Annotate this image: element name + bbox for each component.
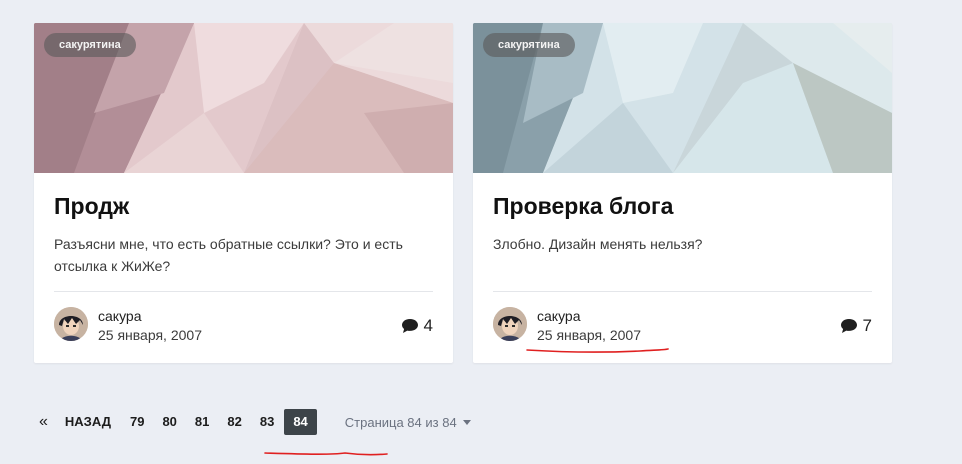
comment-bubble-icon	[840, 319, 857, 333]
prev-page-button[interactable]: НАЗАД	[56, 409, 121, 435]
user-avatar-icon	[54, 307, 88, 341]
blog-card[interactable]: сакурятина Продж Разъясни мне, что есть …	[34, 23, 453, 363]
current-page[interactable]: 84	[284, 409, 317, 435]
post-excerpt: Злобно. Дизайн менять нельзя?	[493, 236, 703, 252]
comment-count-value: 7	[862, 316, 872, 335]
page-jump-label: Страница 84 из 84	[344, 414, 457, 430]
author-name[interactable]: сакура	[98, 308, 141, 324]
cover-image[interactable]: сакурятина	[473, 23, 892, 173]
page-link-82[interactable]: 82	[218, 409, 250, 435]
page-link-80[interactable]: 80	[153, 409, 185, 435]
comment-count-value: 4	[423, 316, 433, 335]
post-date: 25 января, 2007	[537, 327, 641, 343]
cover-image[interactable]: сакурятина	[34, 23, 453, 173]
page-link-79[interactable]: 79	[121, 409, 153, 435]
page-underline	[264, 452, 388, 456]
blog-card[interactable]: сакурятина Проверка блога Злобно. Дизайн…	[473, 23, 892, 363]
divider	[54, 291, 433, 292]
avatar[interactable]	[493, 307, 527, 341]
pagination: « НАЗАД 79 80 81 82 83 84 Страница 84 из…	[34, 409, 471, 435]
avatar[interactable]	[54, 307, 88, 341]
first-page-button[interactable]: «	[34, 409, 56, 435]
post-title[interactable]: Проверка блога	[493, 193, 673, 220]
comment-bubble-icon	[401, 319, 418, 333]
page-link-81[interactable]: 81	[186, 409, 218, 435]
comment-count[interactable]: 7	[840, 316, 872, 336]
category-tag[interactable]: сакурятина	[44, 33, 136, 57]
divider	[493, 291, 872, 292]
post-date: 25 января, 2007	[98, 327, 202, 343]
user-avatar-icon	[493, 307, 527, 341]
comment-count[interactable]: 4	[401, 316, 433, 336]
post-title[interactable]: Продж	[54, 193, 129, 220]
page-link-83[interactable]: 83	[251, 409, 283, 435]
author-name[interactable]: сакура	[537, 308, 580, 324]
caret-down-icon	[462, 419, 471, 425]
page-jump-dropdown[interactable]: Страница 84 из 84	[345, 415, 471, 430]
category-tag[interactable]: сакурятина	[483, 33, 575, 57]
post-excerpt: Разъясни мне, что есть обратные ссылки? …	[54, 236, 403, 274]
